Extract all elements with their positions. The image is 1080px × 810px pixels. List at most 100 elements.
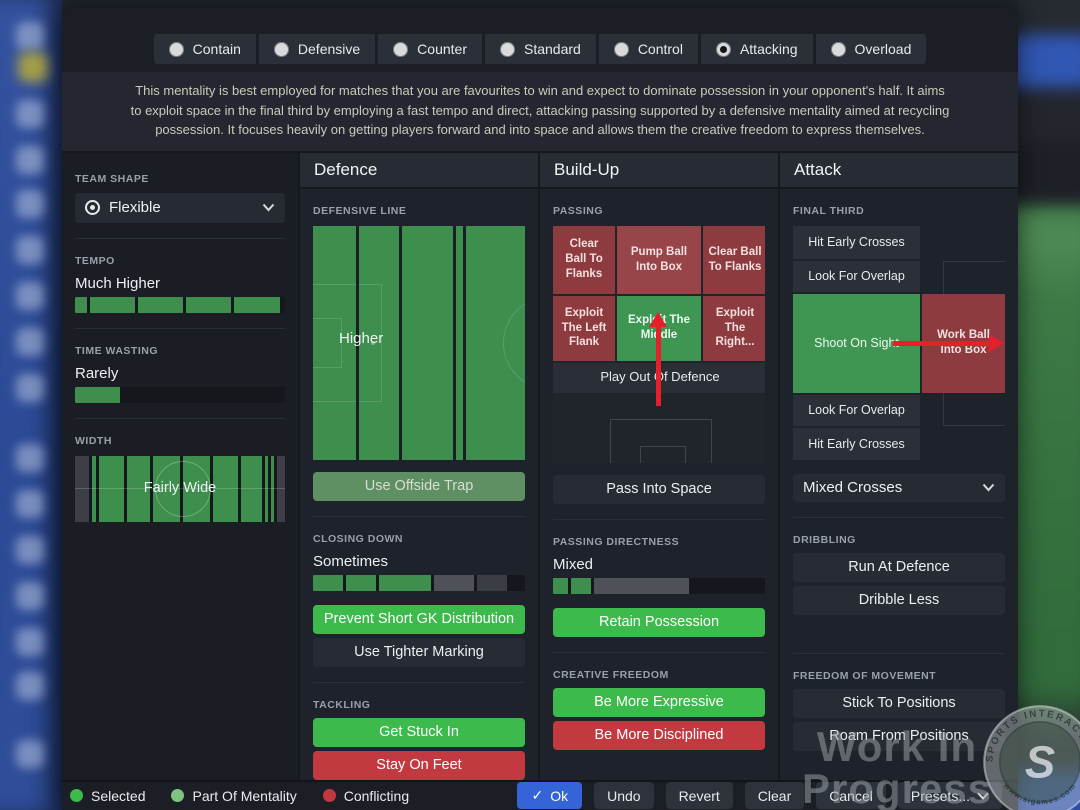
presets-button-label: Presets... <box>911 788 970 804</box>
closing-down-label: CLOSING DOWN <box>313 533 525 545</box>
ok-button[interactable]: ✓ Ok <box>517 782 582 809</box>
mentality-option-contain[interactable]: Contain <box>154 34 256 64</box>
divider <box>553 652 765 653</box>
presets-button[interactable]: Presets... <box>898 782 1002 809</box>
divider <box>313 682 525 683</box>
passing-directness-slider[interactable] <box>553 578 765 594</box>
sidebar-icon <box>16 444 44 472</box>
sidebar-icon <box>16 100 44 128</box>
time-wasting-slider[interactable] <box>75 387 285 403</box>
passing-label: PASSING <box>553 205 765 217</box>
pass-into-space-button[interactable]: Pass Into Space <box>553 475 765 504</box>
passing-cell-clear-ball-right[interactable]: Clear Ball To Flanks <box>703 226 765 294</box>
legend-selected-label: Selected <box>91 788 145 804</box>
radio-icon <box>274 42 289 57</box>
slider-segment <box>571 578 591 594</box>
mentality-option-attacking[interactable]: Attacking <box>701 34 813 64</box>
passing-cell-clear-ball-left[interactable]: Clear Ball To Flanks <box>553 226 615 294</box>
tactics-columns: TEAM SHAPE Flexible TEMPO Much Higher <box>62 151 1018 780</box>
legend-conflicting: Conflicting <box>323 788 409 804</box>
width-value: Fairly Wide <box>75 480 285 496</box>
slider-segment <box>379 575 431 591</box>
radio-icon <box>831 42 846 57</box>
dribble-less-button[interactable]: Dribble Less <box>793 586 1005 615</box>
tempo-slider[interactable] <box>75 297 285 313</box>
width-label: WIDTH <box>75 435 285 447</box>
radio-icon <box>169 42 184 57</box>
mentality-option-standard[interactable]: Standard <box>485 34 596 64</box>
sidebar-icon <box>16 328 44 356</box>
be-more-disciplined-button[interactable]: Be More Disciplined <box>553 721 765 750</box>
roam-from-positions-button[interactable]: Roam From Positions <box>793 722 1005 751</box>
final-third-cell-hit-early-crosses-top[interactable]: Hit Early Crosses <box>793 226 920 259</box>
sidebar-icon <box>16 490 44 518</box>
use-offside-trap-button[interactable]: Use Offside Trap <box>313 472 525 501</box>
width-pitch-visual[interactable]: Fairly Wide <box>75 456 285 522</box>
clear-button[interactable]: Clear <box>745 782 804 809</box>
chevron-down-icon <box>977 792 989 800</box>
slider-segment <box>477 575 507 591</box>
line-marker <box>463 226 466 460</box>
team-shape-value: Flexible <box>109 199 253 216</box>
divider <box>75 238 285 239</box>
passing-cell-exploit-left[interactable]: Exploit The Left Flank <box>553 296 615 361</box>
cancel-button[interactable]: Cancel <box>816 782 886 809</box>
column-attack: Attack FINAL THIRD Hit Early Crosses Loo… <box>780 153 1018 780</box>
stay-on-feet-button[interactable]: Stay On Feet <box>313 751 525 780</box>
sidebar-icon <box>16 536 44 564</box>
slider-segment <box>138 297 183 313</box>
defensive-line-value: Higher <box>339 330 383 347</box>
mentality-option-label: Standard <box>524 41 581 57</box>
passing-cell-exploit-right[interactable]: Exploit The Right... <box>703 296 765 361</box>
line-marker <box>399 226 402 460</box>
mentality-option-defensive[interactable]: Defensive <box>259 34 375 64</box>
mentality-option-overload[interactable]: Overload <box>816 34 927 64</box>
retain-possession-button[interactable]: Retain Possession <box>553 608 765 637</box>
final-third-pitch: Hit Early Crosses Look For Overlap Shoot… <box>793 226 1005 460</box>
tackling-label: TACKLING <box>313 699 525 711</box>
use-tighter-marking-button[interactable]: Use Tighter Marking <box>313 638 525 667</box>
final-third-cell-hit-early-crosses-bottom[interactable]: Hit Early Crosses <box>793 428 920 460</box>
stick-to-positions-button[interactable]: Stick To Positions <box>793 689 1005 718</box>
background-right-edge <box>1018 0 1080 810</box>
be-more-expressive-button[interactable]: Be More Expressive <box>553 688 765 717</box>
passing-cell-pump-ball[interactable]: Pump Ball Into Box <box>617 226 701 294</box>
mentality-option-counter[interactable]: Counter <box>378 34 482 64</box>
passing-directness-label: PASSING DIRECTNESS <box>553 536 765 548</box>
closing-down-slider[interactable] <box>313 575 525 591</box>
slider-segment <box>186 297 231 313</box>
time-wasting-value: Rarely <box>75 365 285 382</box>
slider-segment <box>75 297 87 313</box>
creative-freedom-label: CREATIVE FREEDOM <box>553 669 765 681</box>
undo-button[interactable]: Undo <box>594 782 653 809</box>
divider <box>313 516 525 517</box>
final-third-cell-look-for-overlap-top[interactable]: Look For Overlap <box>793 261 920 292</box>
part-of-mentality-dot-icon <box>171 789 184 802</box>
defensive-line-pitch[interactable]: Higher <box>313 226 525 460</box>
radio-icon <box>393 42 408 57</box>
slider-segment <box>594 578 689 594</box>
final-third-cell-look-for-overlap-bottom[interactable]: Look For Overlap <box>793 395 920 426</box>
line-marker <box>453 226 456 460</box>
sidebar-badge-icon <box>18 52 48 82</box>
divider <box>793 653 1005 654</box>
sidebar-icon <box>16 628 44 656</box>
revert-button[interactable]: Revert <box>666 782 733 809</box>
closing-down-value: Sometimes <box>313 553 525 570</box>
attack-direction-arrow <box>893 341 989 346</box>
team-shape-dropdown[interactable]: Flexible <box>75 193 285 223</box>
mentality-option-control[interactable]: Control <box>599 34 698 64</box>
chevron-down-icon <box>262 203 275 212</box>
prevent-short-gk-distribution-button[interactable]: Prevent Short GK Distribution <box>313 605 525 634</box>
slider-segment <box>553 578 568 594</box>
slider-segment <box>234 297 280 313</box>
run-at-defence-button[interactable]: Run At Defence <box>793 553 1005 582</box>
team-shape-icon <box>85 200 100 215</box>
dialog-footer: Selected Part Of Mentality Conflicting ✓… <box>62 780 1018 810</box>
get-stuck-in-button[interactable]: Get Stuck In <box>313 718 525 747</box>
divider <box>793 517 1005 518</box>
crosses-dropdown[interactable]: Mixed Crosses <box>793 474 1005 502</box>
sidebar-icon <box>16 236 44 264</box>
mentality-option-label: Defensive <box>298 41 360 57</box>
tempo-label: TEMPO <box>75 255 285 267</box>
